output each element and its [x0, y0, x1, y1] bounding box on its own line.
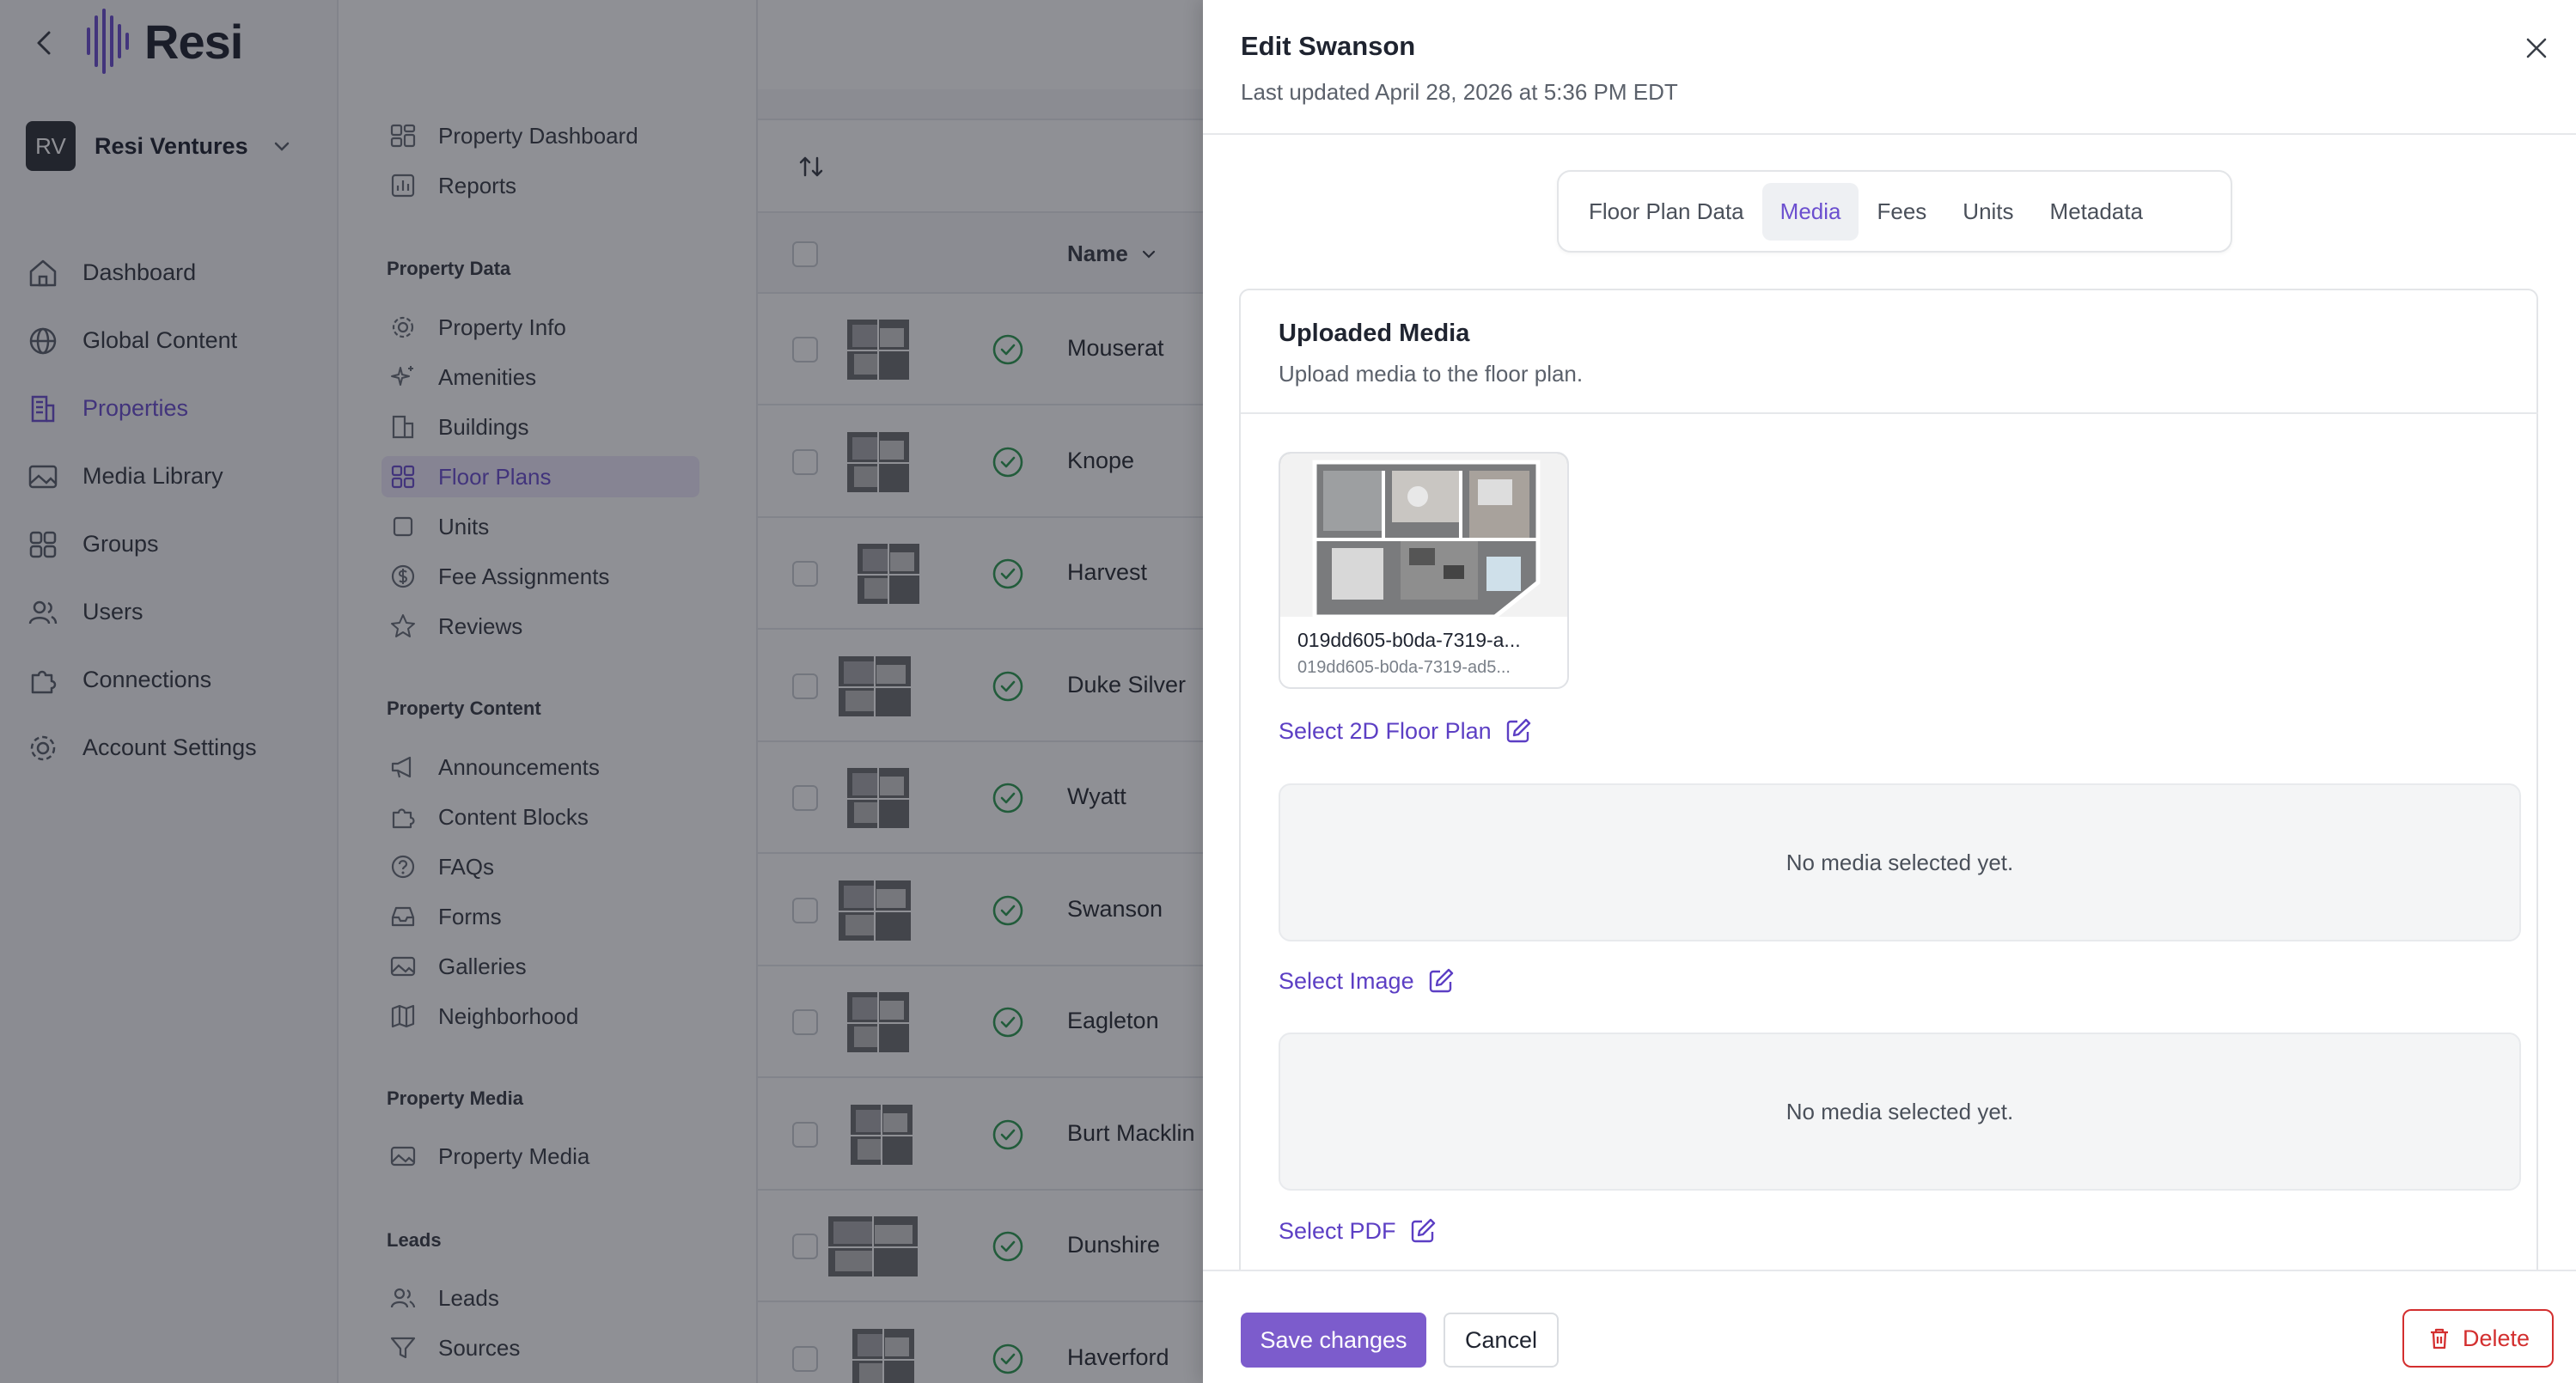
drawer-tabs: Floor Plan Data Media Fees Units Metadat…: [1557, 170, 2232, 253]
close-icon: [2526, 38, 2547, 58]
tab-metadata[interactable]: Metadata: [2032, 183, 2161, 241]
pdf-empty-state: No media selected yet.: [1279, 1033, 2521, 1191]
edit-icon: [1411, 1218, 1435, 1243]
trash-icon: [2430, 1328, 2448, 1349]
delete-label: Delete: [2462, 1325, 2530, 1351]
media-file-id: 019dd605-b0da-7319-ad5...: [1297, 658, 1511, 677]
drawer-footer: Save changes Cancel Delete: [1203, 1270, 2576, 1383]
modal-backdrop[interactable]: [0, 0, 1205, 1383]
card-title: Uploaded Media: [1279, 320, 1470, 347]
divider: [1203, 133, 2576, 135]
close-button[interactable]: [2519, 31, 2554, 65]
edit-floor-plan-drawer: Edit Swanson Last updated April 28, 2026…: [1203, 0, 2576, 1383]
edit-icon: [1506, 718, 1530, 743]
tab-units[interactable]: Units: [1944, 183, 2031, 241]
card-subtitle: Upload media to the floor plan.: [1279, 361, 1584, 387]
tab-floor-plan-data[interactable]: Floor Plan Data: [1571, 183, 1762, 241]
floor-plan-render-image: [1280, 454, 1567, 617]
uploaded-media-card: Uploaded Media Upload media to the floor…: [1239, 289, 2538, 1383]
media-file-name: 019dd605-b0da-7319-a...: [1297, 629, 1521, 651]
delete-button[interactable]: Delete: [2402, 1309, 2554, 1368]
image-empty-state: No media selected yet.: [1279, 783, 2521, 941]
select-image-link[interactable]: Select Image: [1279, 966, 1456, 996]
divider: [1241, 412, 2538, 414]
drawer-title: Edit Swanson: [1241, 31, 1416, 61]
save-changes-button[interactable]: Save changes: [1241, 1313, 1426, 1368]
tab-fees[interactable]: Fees: [1859, 183, 1944, 241]
select-pdf-link[interactable]: Select PDF: [1279, 1216, 1438, 1246]
cancel-button[interactable]: Cancel: [1444, 1313, 1559, 1368]
floor-plan-thumbnail: [1280, 454, 1567, 617]
edit-icon: [1429, 968, 1453, 993]
select-2d-floor-plan-link[interactable]: Select 2D Floor Plan: [1279, 716, 1533, 746]
link-label: Select PDF: [1279, 1217, 1396, 1244]
floor-plan-media-tile[interactable]: 019dd605-b0da-7319-a... 019dd605-b0da-73…: [1279, 452, 1569, 689]
link-label: Select 2D Floor Plan: [1279, 717, 1492, 744]
last-updated-text: Last updated April 28, 2026 at 5:36 PM E…: [1241, 79, 1678, 105]
link-label: Select Image: [1279, 967, 1414, 994]
tab-media[interactable]: Media: [1761, 182, 1859, 241]
